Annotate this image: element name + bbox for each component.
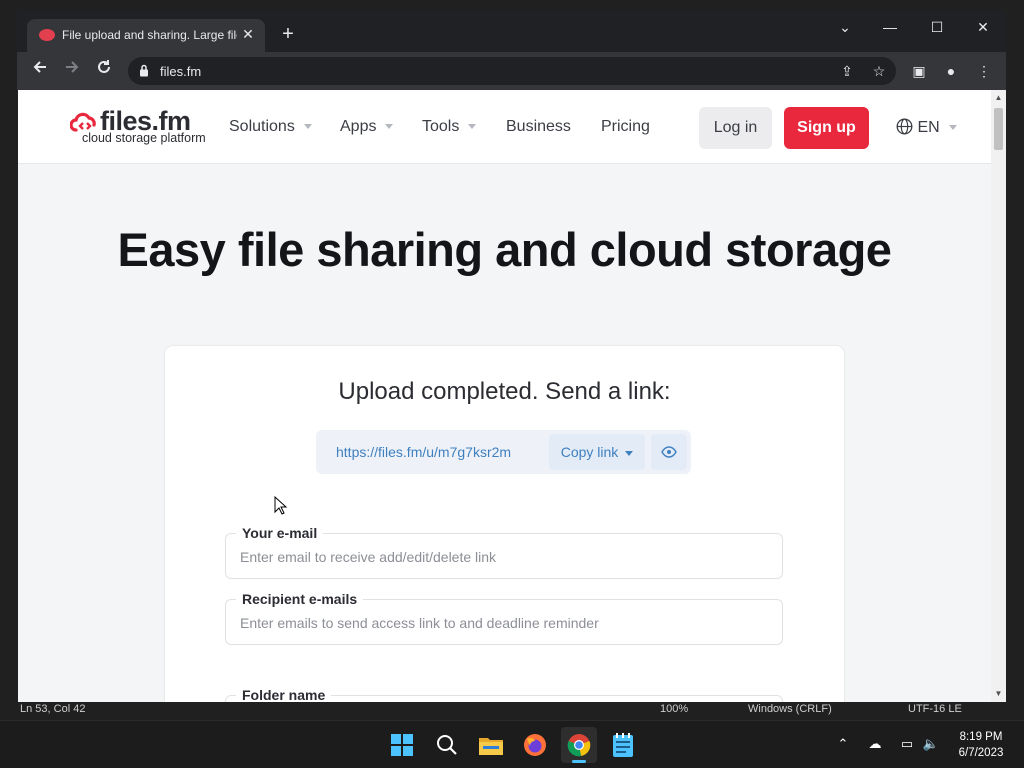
menu-tools[interactable]: Tools — [422, 118, 477, 136]
share-icon[interactable]: ⇪ — [838, 62, 856, 80]
page-scrollbar[interactable]: ▲ ▼ — [991, 90, 1006, 702]
copy-link-label: Copy link — [560, 444, 619, 460]
files-fm-logo[interactable]: files.fm cloud storage platform — [70, 106, 210, 148]
new-tab-button[interactable]: + — [277, 24, 299, 46]
mouse-cursor-icon — [274, 496, 288, 515]
copy-link-button[interactable]: Copy link — [549, 434, 645, 470]
start-button[interactable] — [384, 727, 420, 763]
file-explorer-button[interactable] — [473, 727, 509, 763]
hero-title: Easy file sharing and cloud storage — [117, 223, 892, 276]
eye-icon — [661, 446, 677, 458]
recipient-emails-input[interactable] — [240, 615, 760, 631]
search-button[interactable] — [429, 727, 465, 763]
site-header: files.fm cloud storage platform Solution… — [18, 90, 991, 164]
start-icon — [391, 734, 413, 756]
browser-toolbar: files.fm ⇪ ☆ ▣ ● ⋮ — [17, 52, 1006, 90]
browser-tab[interactable]: File upload and sharing. Large files ✕ — [27, 19, 265, 52]
close-tab-icon[interactable]: ✕ — [239, 25, 257, 43]
upload-result-card: Upload completed. Send a link: https://f… — [165, 346, 844, 702]
menu-pricing[interactable]: Pricing — [601, 118, 650, 136]
windows-taskbar: ⌃ ☁ ▭ 🔈 8:19 PM 6/7/2023 — [0, 720, 1024, 768]
forward-button[interactable] — [60, 59, 84, 83]
browser-window: File upload and sharing. Large files ✕ +… — [17, 10, 1006, 702]
your-email-input[interactable] — [240, 549, 760, 565]
system-clock[interactable]: 8:19 PM 6/7/2023 — [952, 729, 1010, 761]
recipient-emails-field: Recipient e-mails — [225, 591, 783, 645]
status-encoding: UTF-16 LE — [908, 703, 962, 715]
arrow-right-icon — [66, 61, 79, 73]
favicon-icon — [39, 29, 55, 41]
menu-solutions-label: Solutions — [229, 118, 295, 135]
your-email-field: Your e-mail — [225, 525, 783, 579]
status-position: Ln 53, Col 42 — [20, 703, 86, 715]
browser-titlebar: File upload and sharing. Large files ✕ +… — [17, 10, 1006, 52]
chevron-down-icon — [303, 124, 312, 130]
upload-completed-title: Upload completed. Send a link: — [338, 378, 671, 405]
menu-apps[interactable]: Apps — [340, 118, 394, 136]
login-button[interactable]: Log in — [699, 107, 772, 149]
folder-name-field: Folder name — [225, 687, 783, 702]
chevron-up-icon[interactable]: ⌃ — [834, 735, 852, 753]
status-line-ending: Windows (CRLF) — [748, 703, 832, 715]
scroll-thumb[interactable] — [994, 108, 1003, 150]
firefox-icon — [524, 734, 546, 756]
menu-tools-label: Tools — [422, 118, 460, 135]
language-selector[interactable]: EN — [896, 118, 957, 137]
chevron-down-icon — [468, 124, 477, 130]
status-zoom: 100% — [660, 703, 689, 715]
chevron-down-icon — [625, 450, 634, 456]
notepad-icon — [613, 733, 633, 757]
tab-search-chevron-icon[interactable]: ⌄ — [830, 16, 860, 38]
arrow-left-icon — [33, 61, 46, 73]
scroll-up-icon[interactable]: ▲ — [991, 92, 1006, 104]
notepad-status-bar: Ln 53, Col 42 100% Windows (CRLF) UTF-16… — [0, 700, 1024, 720]
menu-apps-label: Apps — [340, 118, 377, 135]
notepad-button[interactable] — [605, 727, 641, 763]
kebab-menu-icon[interactable]: ⋮ — [973, 60, 995, 82]
menu-business[interactable]: Business — [506, 118, 571, 136]
chrome-button[interactable] — [561, 727, 597, 763]
clock-date: 6/7/2023 — [958, 747, 1004, 759]
side-panel-icon[interactable]: ▣ — [908, 60, 930, 82]
network-icon[interactable]: ▭ — [898, 735, 916, 753]
share-link-box: https://files.fm/u/m7g7ksr2m Copy link — [316, 430, 691, 474]
address-bar[interactable]: files.fm ⇪ ☆ — [128, 57, 896, 85]
share-link-url[interactable]: https://files.fm/u/m7g7ksr2m — [336, 444, 511, 460]
reload-button[interactable] — [92, 59, 116, 83]
preview-button[interactable] — [651, 434, 687, 470]
star-icon[interactable]: ☆ — [870, 62, 888, 80]
logo-tagline: cloud storage platform — [82, 131, 206, 145]
clock-time: 8:19 PM — [959, 731, 1003, 743]
language-label: EN — [917, 119, 940, 136]
back-button[interactable] — [28, 59, 52, 83]
file-explorer-icon — [479, 738, 503, 755]
search-icon — [437, 735, 457, 755]
chevron-down-icon — [385, 124, 394, 130]
signup-button[interactable]: Sign up — [784, 107, 869, 149]
profile-icon[interactable]: ● — [940, 60, 962, 82]
scroll-down-icon[interactable]: ▼ — [991, 688, 1006, 700]
lock-icon[interactable] — [139, 64, 149, 77]
menu-solutions[interactable]: Solutions — [229, 118, 312, 136]
close-window-button[interactable]: ✕ — [968, 16, 998, 38]
maximize-button[interactable]: ☐ — [922, 16, 952, 38]
tab-title: File upload and sharing. Large files — [62, 28, 237, 42]
chevron-down-icon — [948, 125, 957, 131]
firefox-button[interactable] — [517, 727, 553, 763]
minimize-button[interactable]: — — [875, 16, 905, 38]
cloud-offline-icon[interactable]: ☁ — [866, 735, 884, 753]
reload-icon — [98, 60, 110, 73]
folder-name-label: Folder name — [236, 687, 332, 702]
url-text[interactable]: files.fm — [160, 64, 201, 79]
globe-icon — [896, 118, 913, 135]
chrome-icon — [567, 734, 591, 757]
volume-icon[interactable]: 🔈 — [922, 735, 940, 753]
your-email-label: Your e-mail — [236, 525, 324, 541]
recipient-emails-label: Recipient e-mails — [236, 591, 364, 607]
web-page: files.fm cloud storage platform Solution… — [18, 90, 991, 702]
